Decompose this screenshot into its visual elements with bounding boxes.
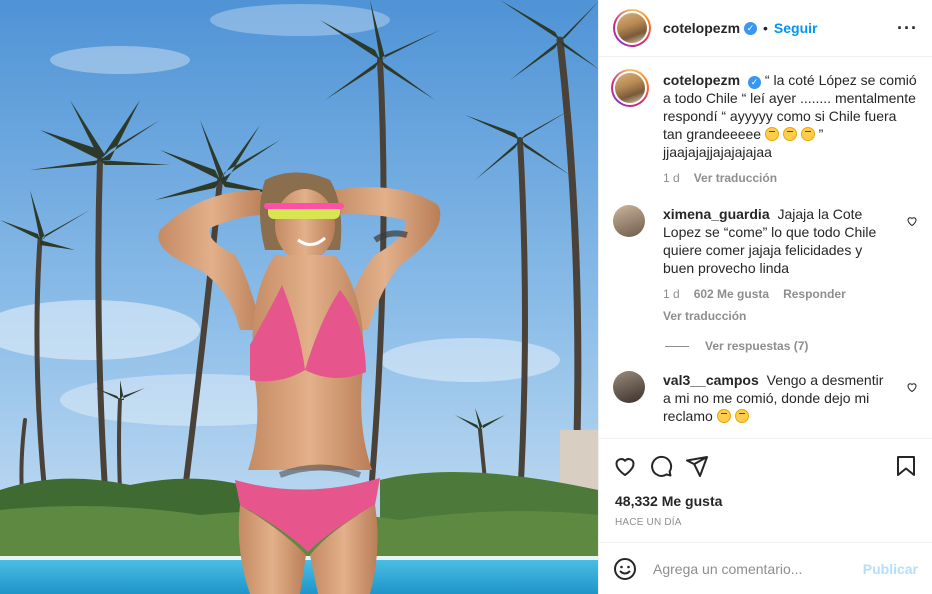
beach-photo-illustration: [0, 0, 598, 594]
comment-item: val3__campos Vengo a desmentir a mi no m…: [613, 371, 918, 425]
caption-time[interactable]: 1 d: [663, 169, 680, 187]
share-icon[interactable]: [685, 454, 709, 478]
follow-button[interactable]: Seguir: [774, 20, 818, 36]
view-replies-button[interactable]: Ver respuestas (7): [665, 339, 918, 353]
caption-translate-link[interactable]: Ver traducción: [694, 169, 777, 187]
rolling-eyes-emoji-icon: [764, 127, 779, 141]
comment-input[interactable]: [653, 560, 863, 577]
post-side-panel: cotelopezm ✓ • Seguir ··· cotelopezm ✓ “ …: [598, 0, 932, 594]
more-options-icon[interactable]: ···: [897, 18, 918, 39]
comment-translate-link[interactable]: Ver traducción: [663, 307, 894, 325]
publish-button[interactable]: Publicar: [863, 561, 918, 577]
smile-icon[interactable]: [613, 557, 637, 581]
comment-likes[interactable]: 602 Me gusta: [694, 285, 769, 303]
commenter-avatar[interactable]: [613, 371, 645, 403]
instagram-post-modal: cotelopezm ✓ • Seguir ··· cotelopezm ✓ “ …: [0, 0, 932, 594]
author-avatar[interactable]: [613, 9, 651, 47]
smile-emoji-icon: [716, 409, 731, 423]
caption: cotelopezm ✓ “ la coté López se comió a t…: [611, 69, 918, 187]
commenter-avatar[interactable]: [613, 205, 645, 237]
smile-emoji-icon: [734, 409, 749, 423]
reply-button[interactable]: Responder: [783, 285, 846, 303]
comment-time[interactable]: 1 d: [663, 285, 680, 303]
author-username[interactable]: cotelopezm: [663, 20, 740, 36]
rolling-eyes-emoji-icon: [800, 127, 815, 141]
likes-count[interactable]: 48,332 Me gusta: [599, 493, 932, 509]
comments-list[interactable]: cotelopezm ✓ “ la coté López se comió a t…: [599, 57, 932, 438]
separator-dot: •: [763, 20, 768, 36]
post-actions-section: 48,332 Me gusta HACE UN DÍA: [599, 438, 932, 528]
caption-username[interactable]: cotelopezm: [663, 72, 740, 88]
post-header: cotelopezm ✓ • Seguir ···: [599, 0, 932, 57]
comment-icon[interactable]: [649, 454, 673, 478]
verified-badge-icon: ✓: [744, 21, 758, 35]
comment-composer: Publicar: [599, 542, 932, 594]
heart-icon[interactable]: [613, 454, 637, 478]
comment-like-heart-icon[interactable]: [906, 381, 918, 393]
verified-badge-icon: ✓: [748, 75, 762, 89]
comment-item: ximena_guardia Jajaja la Cote Lopez se “…: [613, 205, 918, 325]
view-replies-label: Ver respuestas (7): [705, 339, 809, 353]
commenter-username[interactable]: ximena_guardia: [663, 206, 770, 222]
commenter-username[interactable]: val3__campos: [663, 372, 759, 388]
bookmark-icon[interactable]: [894, 454, 918, 478]
post-timestamp[interactable]: HACE UN DÍA: [599, 509, 932, 528]
caption-avatar[interactable]: [611, 69, 649, 107]
post-photo[interactable]: [0, 0, 598, 594]
comment-like-heart-icon[interactable]: [906, 215, 918, 227]
action-bar: [599, 439, 932, 493]
rolling-eyes-emoji-icon: [782, 127, 797, 141]
